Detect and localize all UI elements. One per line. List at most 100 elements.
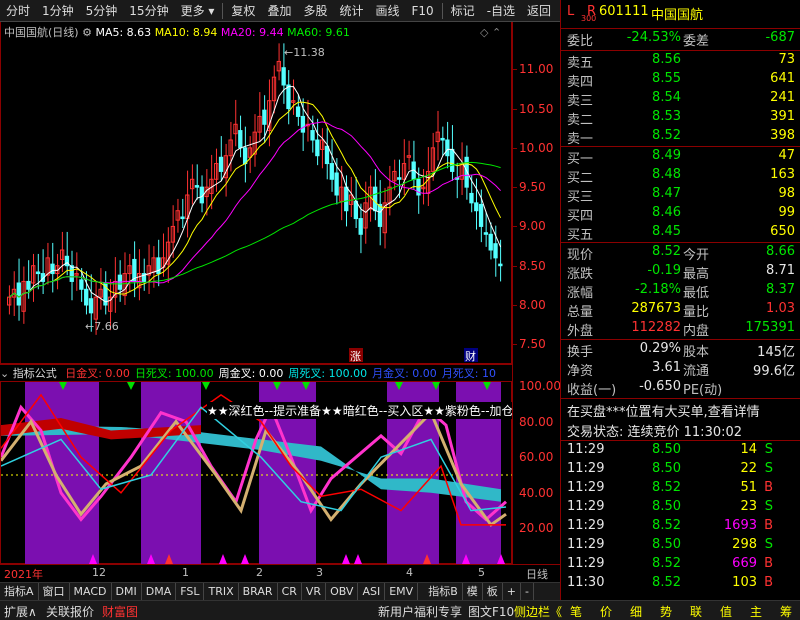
toolbar-item[interactable]: 1分钟	[36, 0, 80, 22]
stat-value: 175391	[745, 320, 795, 335]
divider	[561, 440, 800, 441]
indicator-note: ★★深红色--提示准备★★暗红色--买入区★★紫粉色--加仓	[207, 402, 514, 419]
bottom-left-tab[interactable]: 扩展∧	[4, 603, 37, 620]
quote-tab[interactable]: 势	[660, 603, 672, 620]
weicha-label: 委差	[683, 34, 710, 49]
toolbar-item[interactable]: 叠加	[261, 0, 297, 22]
date-label: 4	[406, 566, 413, 579]
chart-title: 中国国航(日线)	[4, 26, 79, 39]
tick-direction: B	[764, 556, 773, 571]
toolbar-item[interactable]: 复权	[225, 0, 261, 22]
indicator-tab[interactable]: DMI	[112, 583, 142, 600]
divider	[561, 398, 800, 399]
indicator-tab[interactable]: 板	[483, 583, 503, 600]
toolbar-item[interactable]: 画线	[369, 0, 405, 22]
indicator-tab[interactable]: TRIX	[204, 583, 239, 600]
indicator-tab[interactable]: -	[521, 583, 534, 600]
tick-direction: S	[764, 499, 773, 514]
tick-volume: 22	[740, 461, 757, 476]
bid-price: 8.45	[652, 224, 681, 239]
up-arrow-icon	[342, 554, 350, 564]
indicator-tab[interactable]: DMA	[142, 583, 177, 600]
tick-price: 8.52	[652, 480, 681, 495]
indicator-tab[interactable]: 窗口	[39, 583, 70, 600]
bid-price: 8.48	[652, 167, 681, 182]
period-label[interactable]: 日线	[526, 566, 548, 582]
toolbar-item[interactable]: -自选	[481, 0, 521, 22]
tick-mark	[513, 187, 517, 189]
up-arrow-icon	[354, 554, 362, 564]
tick-time: 11:29	[567, 461, 605, 476]
badge-l: L	[567, 4, 575, 19]
indicator-menu-icon[interactable]: ⌄	[0, 367, 9, 380]
indicator-tick: 100.00	[519, 379, 561, 393]
stat2-value: 99.6亿	[753, 364, 795, 379]
tick-time: 11:29	[567, 518, 605, 533]
bottom-left-tab[interactable]: 财富图	[102, 603, 138, 620]
stat2-value: -0.650	[639, 379, 681, 394]
toolbar-item[interactable]: 多股	[297, 0, 333, 22]
status-row: 交易状态: 连续竞价 11:30:02	[561, 421, 800, 440]
indicator-tab[interactable]: FSL	[176, 583, 205, 600]
indicator-tab[interactable]: OBV	[326, 583, 359, 600]
ma5-value: MA5: 8.63	[95, 26, 152, 39]
bottom-mid-tab[interactable]: 侧边栏《	[514, 603, 562, 620]
date-axis: 2021年 12 1 2 3 4 5 日线	[0, 564, 560, 582]
indicator-tab[interactable]: MACD	[70, 583, 112, 600]
tick-direction: S	[764, 442, 773, 457]
settings-icon[interactable]: ⚙	[82, 26, 92, 39]
bid-row: 买一 8.49 47	[561, 148, 800, 167]
bottom-mid-tab[interactable]: 图文F10	[468, 603, 514, 620]
candle-body	[358, 218, 363, 235]
indicator-chart[interactable]: ★★深红色--提示准备★★暗红色--买入区★★紫粉色--加仓	[0, 382, 514, 564]
quote-tab[interactable]: 联	[690, 603, 702, 620]
quote-tab[interactable]: 笔	[570, 603, 582, 620]
indicator-tab[interactable]: ASI	[358, 583, 386, 600]
indicator-tab[interactable]: 指标A	[0, 583, 39, 600]
indicator-tab[interactable]: +	[503, 583, 521, 600]
tick-time: 11:29	[567, 556, 605, 571]
quote-tab[interactable]: 细	[630, 603, 642, 620]
toolbar-item[interactable]: 返回	[521, 0, 557, 22]
price-tick: 10.50	[519, 101, 554, 116]
candlestick-chart[interactable]: ←11.38 ←7.66 涨 财	[0, 22, 512, 364]
toolbar-item[interactable]: 标记	[445, 0, 481, 22]
quote-tab[interactable]: 值	[720, 603, 732, 620]
tick-volume: 103	[732, 575, 757, 590]
bottom-mid-tab[interactable]: 新用户福利专享	[378, 603, 462, 620]
toolbar-item[interactable]: 统计	[333, 0, 369, 22]
ask-label: 卖二	[567, 113, 594, 128]
toolbar-item[interactable]: 更多 ▾	[175, 0, 221, 22]
stat2-label: 换手	[567, 345, 594, 360]
indicator-tab[interactable]: CR	[278, 583, 302, 600]
toolbar-item[interactable]: 分时	[0, 0, 36, 22]
toolbar-item[interactable]: 15分钟	[123, 0, 174, 22]
down-arrow-icon	[202, 382, 210, 390]
ask-label: 卖五	[567, 56, 594, 71]
indicator-tab[interactable]: VR	[302, 583, 327, 600]
bid-label: 买一	[567, 152, 594, 167]
toolbar-item[interactable]: F10	[406, 0, 440, 22]
divider	[561, 242, 800, 243]
bottom-left-tab[interactable]: 关联报价	[46, 603, 94, 620]
candle-body	[300, 115, 306, 133]
ask-row: 卖三 8.54 241	[561, 90, 800, 109]
up-arrow-icon	[219, 554, 227, 564]
tick-volume: 669	[732, 556, 757, 571]
quote-tab[interactable]: 筹	[780, 603, 792, 620]
indicator-formula-label[interactable]: 指标公式	[13, 367, 57, 380]
candle-body	[64, 255, 70, 267]
candle-body	[88, 298, 94, 314]
indicator-tab[interactable]: BRAR	[239, 583, 278, 600]
indicator-header: ⌄ 指标公式 日金叉: 0.00 日死叉: 100.00 周金叉: 0.00 周死叉:…	[0, 364, 512, 382]
indicator-tab[interactable]: 指标B	[424, 583, 463, 600]
stat-value: 8.66	[766, 244, 795, 259]
toolbar-item[interactable]: 5分钟	[80, 0, 124, 22]
stat-label: 涨跌	[567, 267, 594, 282]
indicator-tab[interactable]: 模	[463, 583, 483, 600]
quote-tab[interactable]: 价	[600, 603, 612, 620]
chart-corner-icons[interactable]: ◇ ⌃	[480, 26, 501, 39]
quote-tab[interactable]: 主	[750, 603, 762, 620]
indicator-tab[interactable]: EMV	[385, 583, 419, 600]
candle-body	[488, 233, 493, 251]
